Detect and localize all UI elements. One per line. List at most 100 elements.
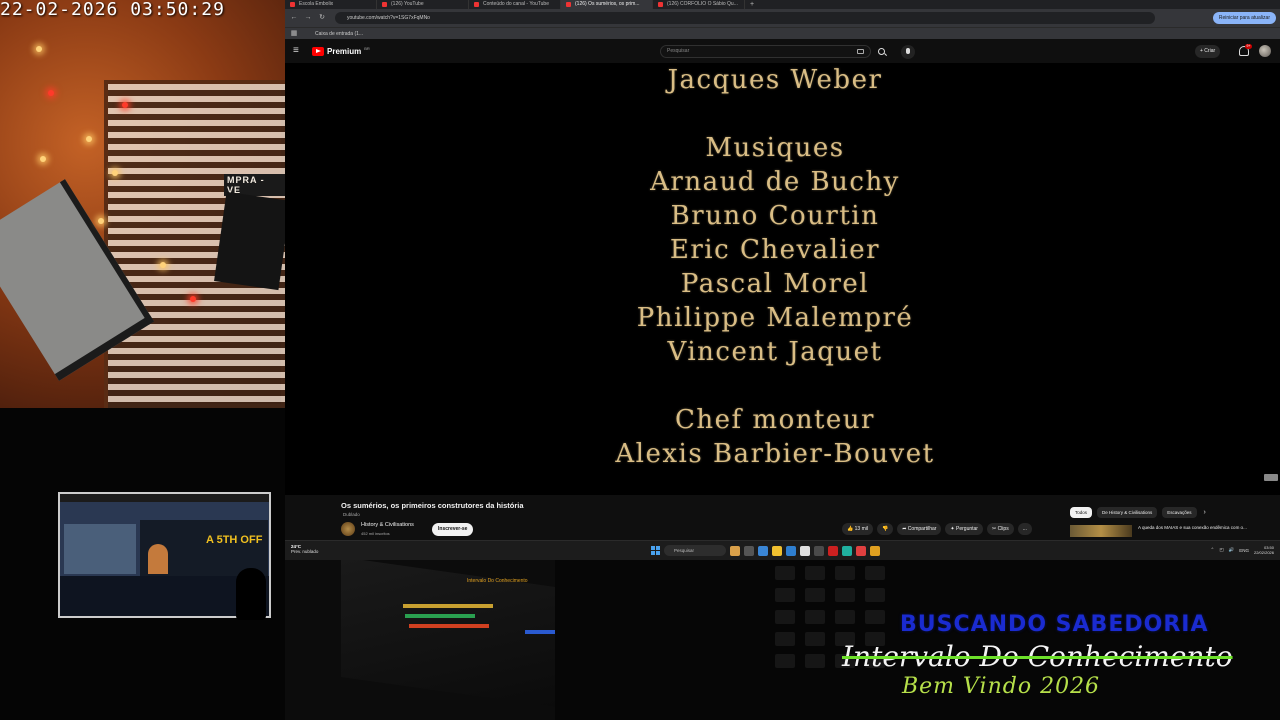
recommended-thumbnail[interactable] (1070, 525, 1132, 537)
controller-pad (805, 588, 825, 602)
preview-camera (64, 524, 136, 574)
edge-icon[interactable] (786, 545, 796, 556)
controller-pad (775, 566, 795, 580)
camera-feed: MPRA - VE 22-02-2026 03:50:29 (0, 0, 285, 408)
preview-person (148, 544, 168, 574)
microphone-icon[interactable] (901, 45, 915, 59)
controller-pad (835, 610, 855, 624)
update-button[interactable]: Reiniciar para atualizar (1212, 12, 1276, 24)
tab-youtube[interactable]: (126) YouTube (377, 0, 469, 9)
controller-pad (775, 654, 795, 668)
share-button[interactable]: ➦ Compartilhar (897, 523, 942, 535)
language-indicator[interactable]: ENG (1239, 548, 1249, 553)
back-icon[interactable]: ← (289, 13, 299, 23)
app-icon[interactable] (856, 545, 866, 556)
store-icon[interactable] (800, 545, 810, 556)
keyboard-icon[interactable] (857, 49, 864, 54)
string-light (40, 156, 46, 162)
controller-pad (835, 566, 855, 580)
string-light (86, 136, 92, 142)
search-icon[interactable] (875, 45, 888, 58)
dark-object (214, 191, 285, 291)
widget-icon[interactable] (730, 545, 740, 556)
taskbar-apps: Pesquisar (651, 545, 880, 556)
overlay-title: BUSCANDO SABEDORIA (900, 612, 1209, 637)
clock[interactable]: 03:50 22/02/2026 (1254, 545, 1274, 555)
preview-titlebar (60, 494, 269, 502)
recommendation-chips: Todos De History & Civilisations Escavaç… (1070, 507, 1208, 518)
thumbs-down-icon: 👎 (881, 526, 889, 532)
chip-all[interactable]: Todos (1070, 507, 1093, 518)
video-player[interactable]: Jacques Weber Musiques Arnaud de Buchy B… (285, 63, 1280, 495)
youtube-header: ≡ Premium BR Pesquisar + Criar 9+ (285, 39, 1280, 63)
weather-desc: Prev. nublado (291, 549, 319, 554)
tab-strip: Escola Embolix (126) YouTube Conteúdo do… (285, 0, 1280, 9)
reload-icon[interactable]: ↻ (317, 13, 327, 23)
apps-icon[interactable]: ▦ (289, 29, 299, 39)
youtube-play-icon (312, 47, 324, 56)
video-details: Os sumérios, os primeiros construtores d… (285, 495, 1280, 540)
dubbed-label: Dublado (343, 512, 360, 517)
chip-channel[interactable]: De History & Civilisations (1097, 507, 1158, 518)
volume-icon[interactable]: 🔊 (1229, 547, 1235, 553)
string-light (112, 170, 118, 176)
controller-pad (805, 632, 825, 646)
share-label: Compartilhar (907, 526, 937, 532)
folder-icon[interactable] (772, 545, 782, 556)
tab-corfolio[interactable]: (126) CORFOLIO O Sábio Qu... (653, 0, 745, 9)
app-icon[interactable] (842, 545, 852, 556)
clips-label: Clips (997, 526, 1009, 532)
studio-label: Intervalo Do Conhecimento (467, 578, 528, 584)
chrome-icon[interactable] (758, 545, 768, 556)
chip-excavations[interactable]: Escavações (1162, 507, 1197, 518)
chevron-right-icon[interactable]: › (1202, 507, 1208, 518)
menu-icon[interactable]: ≡ (293, 46, 303, 56)
recommended-title[interactable]: A queda dos MAIAS e sua conexão endêmica… (1138, 525, 1268, 530)
subscribe-button[interactable]: Inscrever-se (432, 523, 474, 536)
controller-pad (805, 610, 825, 624)
vlc-icon[interactable] (870, 545, 880, 556)
mixer-meter (409, 624, 489, 628)
bookmarks-bar: ▦ Caixa de entrada (1... (285, 27, 1280, 39)
figurine-silhouette (236, 568, 266, 620)
tab-channel-content[interactable]: Conteúdo do canal - YouTube (469, 0, 561, 9)
like-button[interactable]: 👍 13 mil (842, 523, 873, 535)
overlay-subtitle: Intervalo Do Conhecimento (842, 640, 1233, 673)
chevron-up-icon[interactable]: ⌃ (1211, 547, 1215, 553)
credit-line: Bruno Courtin (670, 201, 880, 231)
create-button[interactable]: + Criar (1195, 45, 1221, 58)
youtube-app-icon[interactable] (828, 545, 838, 556)
taskbar-search[interactable]: Pesquisar (664, 545, 726, 556)
obs-icon[interactable] (814, 545, 824, 556)
forward-icon[interactable]: → (303, 13, 313, 23)
new-tab-button[interactable]: + (745, 0, 759, 9)
credit-line: Eric Chevalier (669, 235, 881, 265)
youtube-logo[interactable]: Premium BR (312, 46, 370, 57)
dislike-button[interactable]: 👎 (876, 523, 894, 535)
fullscreen-icon[interactable] (1264, 474, 1278, 481)
address-bar: ← → ↻ youtube.com/watch?v=1SG7xFqMNo Rei… (285, 9, 1280, 27)
taskbar: 24°C Prev. nublado Pesquisar ⌃ ◰ 🔊 ENG 0… (285, 540, 1280, 560)
ask-label: Perguntar (956, 526, 978, 532)
controller-pad (775, 588, 795, 602)
windows-start-icon[interactable] (651, 546, 660, 555)
clips-button[interactable]: ✂ Clips (986, 523, 1014, 535)
subscriber-count: 452 mil inscritos (361, 531, 390, 536)
tab-sumerios[interactable]: (126) Os sumérios, os prim... (561, 0, 653, 9)
weather-widget[interactable]: 24°C Prev. nublado (291, 544, 318, 554)
network-icon[interactable]: ◰ (1219, 547, 1223, 553)
url-input[interactable]: youtube.com/watch?v=1SG7xFqMNo (335, 12, 1155, 24)
avatar[interactable] (1259, 45, 1271, 57)
channel-name[interactable]: History & Civilisations (361, 522, 414, 528)
more-actions-button[interactable]: ... (1017, 523, 1032, 535)
search-input[interactable]: Pesquisar (660, 45, 871, 58)
tab-embolix[interactable]: Escola Embolix (285, 0, 377, 9)
channel-avatar[interactable] (341, 522, 355, 536)
ask-button[interactable]: ✦ Perguntar (945, 523, 983, 535)
credit-line: Arnaud de Buchy (650, 167, 900, 197)
taskview-icon[interactable] (744, 545, 754, 556)
youtube-logo-text: Premium (327, 47, 362, 56)
controller-pad (835, 588, 855, 602)
recommended-video[interactable]: A queda dos MAIAS e sua conexão endêmica… (1070, 525, 1270, 537)
controller-pad (865, 588, 885, 602)
